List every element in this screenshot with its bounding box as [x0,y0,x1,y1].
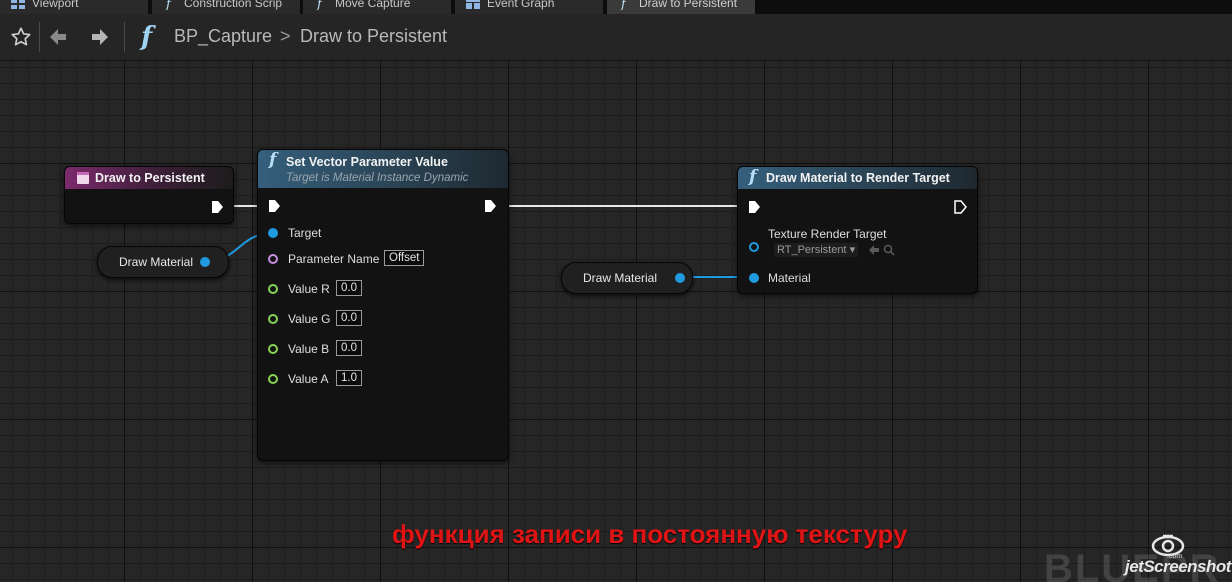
variable-output-pin[interactable] [675,273,685,283]
function-icon: f [139,22,156,52]
exec-out-pin[interactable] [210,200,224,214]
tab-viewport[interactable]: Viewport [0,0,149,14]
parameter-name-label: Parameter Name [288,252,380,266]
forward-button[interactable] [82,14,118,60]
breadcrumb-function: Draw to Persistent [300,26,448,46]
viewport-icon [11,0,25,9]
function-button: f [130,14,166,60]
back-button[interactable] [40,14,76,60]
blueprint-graph[interactable]: Draw to Persistent f Set Vector Paramete… [0,61,1232,582]
tab-draw-to-persistent[interactable]: f Draw to Persistent [607,0,756,14]
set-vector-node-subtitle: Target is Material Instance Dynamic [286,172,469,184]
variable-label: Draw Material [583,271,658,285]
tab-label: Draw to Persistent [639,0,738,10]
arrow-left-icon [50,29,66,45]
tab-bar: Viewport f Construction Scrip f Move Cap… [0,0,1232,14]
breadcrumb-separator: > [280,26,291,46]
value-a-pin[interactable] [268,374,278,384]
value-g-label: Value G [288,312,331,326]
function-icon: f [620,0,628,10]
value-r-label: Value R [288,282,330,296]
exec-out-pin[interactable] [483,199,497,213]
tab-label: Construction Scrip [184,0,283,10]
star-icon [11,27,31,46]
chevron-down-icon: ▾ [849,244,856,256]
tab-label: Move Capture [335,0,411,10]
value-a-label: Value A [288,372,329,386]
function-entry-node[interactable]: Draw to Persistent [64,166,234,224]
tab-event-graph[interactable]: Event Graph [455,0,604,14]
svg-text:f: f [620,0,628,10]
exec-in-pin[interactable] [747,200,761,214]
set-vector-parameter-node[interactable]: f Set Vector Parameter Value Target is M… [257,149,509,461]
browse-asset-icon[interactable] [883,244,895,256]
texture-render-target-label: Texture Render Target [768,227,887,241]
svg-text:f: f [165,0,173,10]
material-pin[interactable] [749,273,759,283]
wire-layer [207,205,754,278]
set-vector-node-title: Set Vector Parameter Value [286,155,448,169]
target-pin-label: Target [288,226,322,240]
target-pin[interactable] [268,228,278,238]
use-selected-asset-icon[interactable] [868,244,880,256]
toolbar-divider [124,22,125,52]
svg-text:f: f [139,22,156,52]
draw-material-node-title: Draw Material to Render Target [766,171,950,185]
function-icon: f [316,0,324,10]
draw-material-to-render-target-node[interactable]: f Draw Material to Render Target Texture… [737,166,978,294]
draw-material-variable-node[interactable]: Draw Material [561,262,693,294]
graph-toolbar: f BP_Capture > Draw to Persistent [0,14,1232,61]
parameter-name-pin[interactable] [268,254,278,264]
function-icon: f [165,0,173,10]
value-g-input[interactable]: 0.0 [336,310,362,326]
function-icon: f [269,150,277,170]
tab-label: Viewport [32,0,79,10]
value-g-pin[interactable] [268,314,278,324]
event-graph-icon [466,0,480,9]
watermark-logo-text: jetScreenshot [1125,557,1231,576]
favorite-button[interactable] [3,14,39,60]
value-b-input[interactable]: 0.0 [336,340,362,356]
value-r-input[interactable]: 0.0 [336,280,362,296]
variable-label: Draw Material [119,255,194,269]
tab-move-capture[interactable]: f Move Capture [303,0,452,14]
exec-out-pin[interactable] [953,200,967,214]
arrow-right-icon [92,29,108,45]
exec-in-pin[interactable] [267,199,281,213]
draw-material-node-header: f Draw Material to Render Target [738,167,977,189]
tab-label: Event Graph [487,0,555,10]
texture-render-target-pin[interactable] [749,242,759,252]
function-entry-icon [77,172,89,184]
value-b-label: Value B [288,342,330,356]
value-r-pin[interactable] [268,284,278,294]
breadcrumb-blueprint[interactable]: BP_Capture [174,26,272,47]
value-b-pin[interactable] [268,344,278,354]
parameter-name-input[interactable]: Offset [384,250,425,266]
annotation-caption: функция записи в постоянную текстуру [392,519,908,549]
svg-text:f: f [316,0,324,10]
entry-node-header: Draw to Persistent [65,167,233,189]
material-pin-label: Material [768,271,811,285]
draw-material-variable-node[interactable]: Draw Material [97,246,229,278]
entry-node-title: Draw to Persistent [95,171,205,185]
function-icon: f [749,167,757,187]
value-a-input[interactable]: 1.0 [336,370,362,386]
variable-output-pin[interactable] [200,257,210,267]
set-vector-node-header: f Set Vector Parameter Value Target is M… [258,150,508,188]
tab-construction-script[interactable]: f Construction Scrip [152,0,301,14]
texture-asset-value: RT_Persistent [777,244,847,256]
texture-asset-dropdown[interactable]: RT_Persistent ▾ [774,243,859,257]
